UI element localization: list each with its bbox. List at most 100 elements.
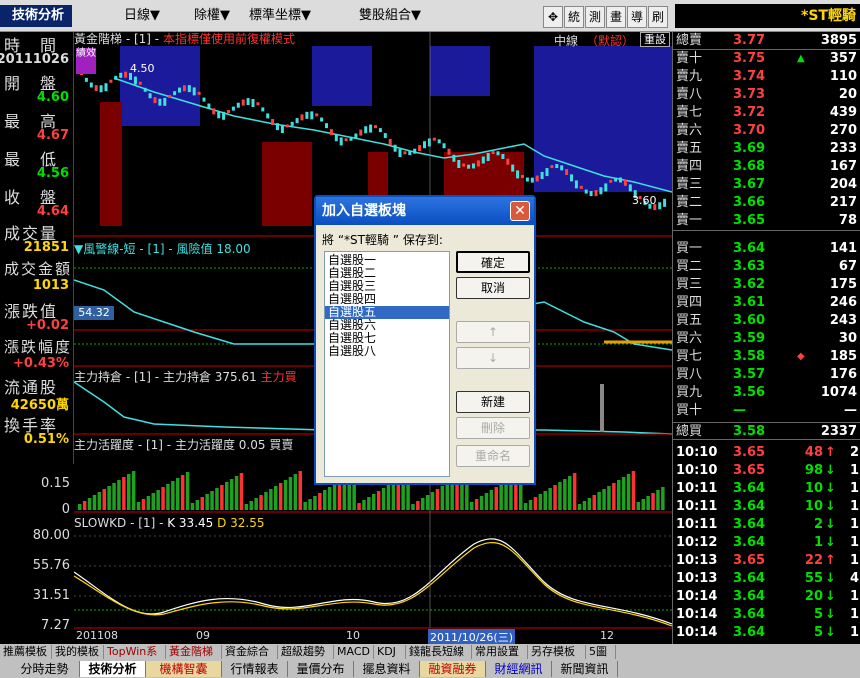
bid-vol: 1074 xyxy=(820,385,857,400)
main-indicator-label[interactable]: 黃金階梯 - [1] - xyxy=(74,32,159,46)
menu-compare[interactable]: 雙股組合▼ xyxy=(355,6,425,26)
bid-row: 買四 3.61 246 xyxy=(673,294,860,312)
move-icon[interactable]: ✥ xyxy=(543,6,563,28)
template-tab[interactable]: 錢龍長短線 xyxy=(406,645,472,659)
activity-bar xyxy=(484,493,489,510)
menu-period[interactable]: 日線▼ xyxy=(120,6,164,26)
candle xyxy=(481,156,485,164)
bid-label: 買四 xyxy=(676,295,703,310)
activity-bar xyxy=(112,483,116,510)
move-down-button[interactable]: ↓ xyxy=(456,347,530,369)
menu-axis[interactable]: 標準坐標▼ xyxy=(245,6,315,26)
view-tab[interactable]: 技術分析 xyxy=(80,661,146,677)
tick-row: 10:10 3.65 48 ↑ 2 xyxy=(673,444,860,462)
activity-bar xyxy=(499,484,503,510)
template-tab[interactable]: 黃金階梯 xyxy=(166,645,222,659)
activity-bar xyxy=(288,477,293,510)
refresh-button[interactable]: 刷 xyxy=(648,6,668,28)
template-tab[interactable]: 資金綜合 xyxy=(222,645,278,659)
template-tab[interactable]: 我的模板 xyxy=(52,645,104,659)
bid-label: 買二 xyxy=(676,259,703,274)
template-tab[interactable]: KDJ xyxy=(374,645,406,659)
panel2-label[interactable]: ▼風警線-短 - [1] - xyxy=(74,242,173,256)
cancel-button[interactable]: 取消 xyxy=(456,277,530,299)
panel5-label[interactable]: SLOWKD - [1] - xyxy=(74,516,163,530)
activity-bar xyxy=(553,485,557,510)
close-icon[interactable]: ✕ xyxy=(510,201,530,221)
view-tab[interactable]: 機構智囊 xyxy=(146,661,222,677)
activity-bar xyxy=(504,481,508,510)
ask-price: 3.66 xyxy=(733,195,766,210)
reset-button[interactable]: 重設 xyxy=(640,32,670,47)
activity-bar xyxy=(568,476,572,510)
ask-vol: 270 xyxy=(829,123,857,138)
activity-bar xyxy=(538,494,543,510)
tick-row: 10:11 3.64 2 ↓ 1 xyxy=(673,516,860,534)
activity-bar xyxy=(421,498,425,510)
candle xyxy=(570,174,573,182)
panel4-label[interactable]: 主力活躍度 - [1] - xyxy=(74,438,171,452)
candle xyxy=(99,85,103,93)
tick-row: 10:12 3.64 1 ↓ 1 xyxy=(673,534,860,552)
candle xyxy=(447,148,451,155)
candle xyxy=(315,113,319,117)
draw-button[interactable]: 畫 xyxy=(606,6,626,28)
quote-value: 42650萬 xyxy=(10,398,69,413)
view-tab[interactable]: 財經網訊 xyxy=(486,661,552,677)
watchlist-item[interactable]: 自選股八 xyxy=(325,345,449,358)
view-tab[interactable]: 擺息資料 xyxy=(354,661,420,677)
arrow-down-icon: ↓ xyxy=(825,571,836,586)
rename-button[interactable]: 重命名 xyxy=(456,445,530,467)
candle xyxy=(339,137,343,146)
tick-row: 10:14 3.64 5 ↓ 1 xyxy=(673,624,860,642)
delete-button[interactable]: 刪除 xyxy=(456,417,530,439)
menu-adjust[interactable]: 除權▼ xyxy=(190,6,234,26)
candle xyxy=(173,91,177,96)
stat-button[interactable]: 統 xyxy=(564,6,584,28)
view-tab[interactable]: 分時走勢 xyxy=(10,661,80,677)
activity-bar xyxy=(141,499,146,510)
template-tab[interactable]: MACD xyxy=(334,645,374,659)
guide-button[interactable]: 導 xyxy=(627,6,647,28)
activity-bar xyxy=(391,482,396,510)
template-tab[interactable]: 超級趨勢 xyxy=(278,645,334,659)
activity-bar xyxy=(631,471,636,510)
activity-bar xyxy=(651,493,655,510)
new-button[interactable]: 新建 xyxy=(456,391,530,413)
candle xyxy=(143,87,147,92)
ask-row: 賣三 3.67 204 xyxy=(673,176,860,194)
arrow-up-icon: ↑ xyxy=(825,553,836,568)
template-tab[interactable]: 5圖 xyxy=(586,645,616,659)
candle xyxy=(432,137,436,141)
template-tab[interactable]: 推薦模板 xyxy=(0,645,52,659)
performance-tag[interactable]: 績效 xyxy=(76,48,96,74)
tick-row: 10:11 3.64 10 ↓ 1 xyxy=(673,498,860,516)
quote-info-panel: 時 間 20111026 開 盤 4.60 最 高 4.67 最 低 4.56 收 盤 4.64 成… xyxy=(0,32,74,464)
panel3-label[interactable]: 主力持倉 - [1] - xyxy=(74,370,159,384)
activity-bar xyxy=(494,487,498,510)
view-tab[interactable]: 行情報表 xyxy=(222,661,288,677)
bid-price: 3.59 xyxy=(733,331,766,346)
view-tab[interactable]: 新聞資訊 xyxy=(552,661,618,677)
ok-button[interactable]: 確定 xyxy=(456,251,530,273)
view-tab[interactable]: 量價分布 xyxy=(288,661,354,677)
template-tab[interactable]: 常用設置 xyxy=(472,645,528,659)
measure-button[interactable]: 測 xyxy=(585,6,605,28)
template-tab[interactable]: 另存模板 xyxy=(528,645,586,659)
move-up-button[interactable]: ↑ xyxy=(456,321,530,343)
arrow-down-icon: ↓ xyxy=(825,625,836,640)
template-tab[interactable]: TopWin系列 xyxy=(104,645,166,672)
candle xyxy=(187,85,191,93)
view-tab[interactable]: 融資融券 xyxy=(420,661,486,677)
candle xyxy=(256,102,260,106)
watchlist-listbox[interactable]: 自選股一 自選股二 自選股三 自選股四 自選股五 自選股六 自選股七 自選股八 xyxy=(324,251,450,477)
panel5-d: D 32.55 xyxy=(217,516,265,530)
arrow-down-icon: ↓ xyxy=(825,607,836,622)
activity-bar xyxy=(592,495,596,510)
arrow-up-icon: ↑ xyxy=(825,445,836,460)
bid-price: 3.64 xyxy=(733,241,766,256)
candle xyxy=(472,163,475,169)
tick-time: 10:12 xyxy=(676,535,718,550)
quote-value: 0.51% xyxy=(23,432,69,447)
candle xyxy=(148,93,152,99)
